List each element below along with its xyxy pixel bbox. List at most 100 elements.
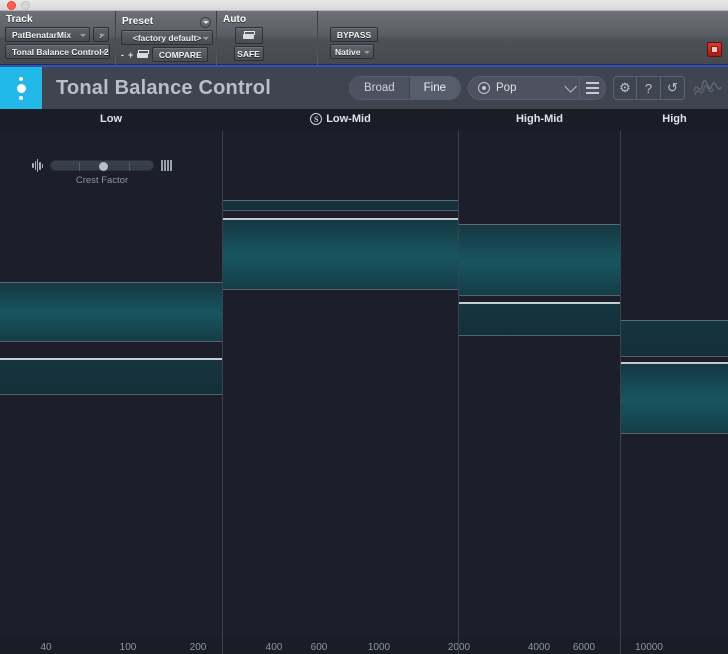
band-label-high-mid[interactable]: High-Mid — [459, 113, 620, 125]
crest-factor-label: Crest Factor — [75, 175, 129, 186]
target-curve-value: Pop — [496, 82, 517, 94]
band-divider — [458, 131, 459, 636]
window-minimize-button[interactable] — [21, 0, 30, 10]
slider-knob[interactable] — [99, 162, 109, 171]
axis-divider — [222, 636, 223, 654]
track-section: Track PatBenatarMix ♪ Tonal Balance Cont… — [0, 11, 115, 65]
axis-divider — [458, 636, 459, 654]
auto-section-label: Auto — [223, 14, 247, 25]
reset-circle-icon: ↺ — [667, 80, 678, 95]
band-column-high-mid[interactable] — [459, 131, 620, 636]
preset-name-dropdown[interactable]: <factory default> — [121, 30, 213, 45]
question-icon: ? — [644, 80, 653, 96]
preset-plus-button[interactable]: + — [128, 50, 133, 60]
preset-section-header: Preset — [116, 11, 216, 28]
bypass-button[interactable]: BYPASS — [330, 27, 378, 42]
chevron-down-icon — [99, 33, 105, 37]
target-range-high-mid — [459, 224, 620, 296]
freq-tick-1000: 1000 — [367, 642, 391, 653]
chevron-down-icon — [203, 36, 209, 40]
track-section-label: Track — [6, 14, 33, 25]
tab-broad[interactable]: Broad — [350, 77, 410, 99]
target-curve-dropdown[interactable]: Pop — [468, 76, 580, 100]
view-mode-toggle[interactable]: Broad Fine — [348, 76, 461, 100]
band-label-text: High-Mid — [515, 113, 564, 125]
daw-plugin-host-bar: Track PatBenatarMix ♪ Tonal Balance Cont… — [0, 11, 728, 65]
menu-line — [586, 87, 599, 89]
band-label-text: Low-Mid — [326, 113, 371, 125]
chevron-down-icon — [364, 50, 370, 54]
preset-section: Preset <factory default> - + COMPARE — [116, 11, 216, 65]
freq-tick-200: 200 — [189, 642, 207, 653]
menu-line — [586, 82, 599, 85]
crest-factor-control[interactable]: Crest Factor — [22, 159, 182, 186]
record-indicator-button[interactable] — [707, 42, 722, 57]
target-range-low — [0, 358, 222, 395]
track-name-dropdown[interactable]: PatBenatarMix — [5, 27, 90, 42]
target-range-low-mid — [223, 200, 458, 211]
freq-tick-10000: 10000 — [635, 642, 663, 653]
help-button[interactable]: ? — [637, 76, 661, 100]
page-title: Tonal Balance Control — [56, 76, 271, 99]
freq-tick-6000: 6000 — [572, 642, 596, 653]
slider-tick — [129, 162, 131, 171]
plugin-header: Tonal Balance Control Broad Fine Pop ⚙ ?… — [0, 67, 728, 109]
plugin-slot-dropdown[interactable]: Tonal Balance Control 2 — [5, 44, 110, 59]
window-close-button[interactable] — [7, 0, 16, 10]
frequency-axis: 40 100 200 400 600 1000 2000 4000 6000 10000 — [0, 636, 728, 654]
freq-tick-40: 40 — [40, 642, 52, 653]
compare-button[interactable]: COMPARE — [152, 47, 209, 62]
band-header-row: Low S Low-Mid High-Mid High — [0, 109, 728, 131]
chevron-down-icon — [564, 79, 577, 93]
crest-factor-row — [32, 159, 172, 172]
floppy-icon[interactable] — [137, 50, 150, 59]
solo-icon[interactable]: S — [310, 113, 323, 125]
target-range-low-mid — [223, 218, 458, 290]
preset-minus-button[interactable]: - — [121, 50, 124, 60]
spectrum-analyzer[interactable]: Crest Factor — [0, 131, 728, 636]
reset-button[interactable]: ↺ — [661, 76, 685, 100]
izotope-logo — [0, 67, 42, 109]
plugin-slot-value: Tonal Balance Control 2 — [12, 46, 109, 57]
gear-icon: ⚙ — [619, 80, 631, 95]
preset-menu-icon[interactable] — [200, 17, 211, 28]
safe-button[interactable]: SAFE — [233, 46, 264, 61]
bypass-section: . BYPASS Native — [318, 11, 628, 65]
freq-tick-100: 100 — [119, 642, 137, 653]
logo-dot-mid — [16, 83, 26, 93]
auto-section: Auto SAFE — [217, 11, 317, 65]
menu-line — [586, 91, 599, 94]
target-range-low — [0, 282, 222, 342]
target-range-high — [621, 320, 728, 357]
band-label-low-mid[interactable]: S Low-Mid — [223, 113, 458, 125]
crest-factor-slider[interactable] — [50, 160, 155, 171]
chevron-down-icon — [80, 33, 86, 37]
band-label-text: High — [662, 113, 687, 125]
freq-tick-400: 400 — [265, 642, 283, 653]
freq-tick-600: 600 — [310, 642, 328, 653]
waveform-scribble-icon — [693, 80, 722, 96]
native-dropdown[interactable]: Native — [330, 44, 374, 59]
preset-name-value: <factory default> — [132, 32, 202, 43]
preset-section-label: Preset — [122, 15, 154, 27]
led-inner — [711, 46, 718, 53]
settings-button[interactable]: ⚙ — [613, 76, 637, 100]
window-titlebar — [0, 0, 728, 11]
native-label: Native — [335, 46, 361, 57]
hamburger-menu-icon[interactable] — [580, 76, 606, 100]
compare-label: COMPARE — [158, 49, 202, 60]
automation-button[interactable] — [234, 27, 263, 44]
bypass-label: BYPASS — [336, 29, 372, 40]
chevron-down-icon — [100, 50, 106, 54]
band-label-high[interactable]: High — [621, 113, 728, 125]
slider-tick — [79, 162, 81, 171]
automation-icon — [243, 31, 255, 40]
freq-tick-2000: 2000 — [447, 642, 471, 653]
target-range-high — [621, 362, 728, 434]
tab-fine[interactable]: Fine — [409, 77, 460, 99]
waveform-icon — [32, 159, 44, 172]
band-label-low[interactable]: Low — [0, 113, 222, 125]
header-controls: Broad Fine Pop ⚙ ? ↺ — [348, 67, 722, 109]
track-note-dropdown[interactable]: ♪ — [93, 27, 109, 42]
track-name-value: PatBenatarMix — [12, 29, 72, 40]
